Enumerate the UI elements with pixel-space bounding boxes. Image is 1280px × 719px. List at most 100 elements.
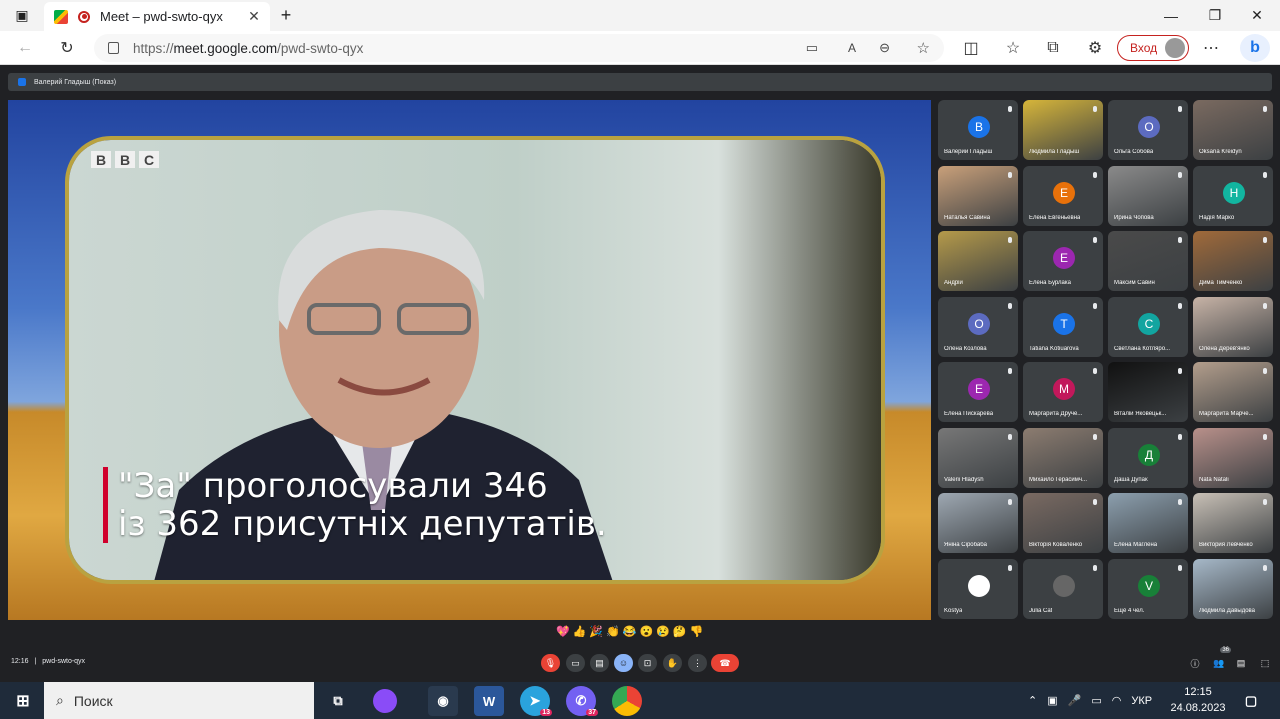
mic-off-button[interactable]: 🎙 (541, 654, 560, 672)
close-tab-icon[interactable]: ✕ (244, 8, 264, 25)
reaction-emoji[interactable]: 🤔 (673, 625, 687, 638)
bing-icon[interactable]: b (1240, 34, 1270, 62)
more-options-button[interactable]: ⋮ (688, 654, 707, 672)
mic-muted-icon (1093, 302, 1097, 309)
participant-tile[interactable]: Янiна Сiробаба (938, 493, 1018, 553)
participant-tile[interactable]: Дима Тимченко (1193, 231, 1273, 291)
participant-tile[interactable]: Е Елена Пискарева (938, 362, 1018, 422)
chrome-icon[interactable] (612, 686, 642, 716)
reaction-emoji[interactable]: 👎 (690, 625, 704, 638)
reaction-emoji[interactable]: 👍 (573, 625, 587, 638)
presenter-icon (18, 78, 26, 86)
battery-icon[interactable]: ▭ (1091, 694, 1101, 707)
participant-tile[interactable]: Е Елена Евгеньевна (1023, 165, 1103, 226)
browser-tab[interactable]: Meet – pwd-swto-qyx ✕ (44, 2, 270, 31)
reaction-emoji[interactable]: 😮 (640, 625, 654, 638)
maximize-button[interactable]: ❐ (1192, 0, 1238, 31)
mic-muted-icon (1093, 433, 1097, 440)
close-window-button[interactable]: ✕ (1234, 0, 1280, 31)
end-call-button[interactable]: ☎ (711, 654, 739, 672)
participant-tile[interactable]: Е Елена Бурлака (1023, 231, 1103, 291)
participant-tile[interactable]: Андрій (938, 231, 1018, 291)
new-tab-button[interactable]: + (272, 0, 300, 31)
raise-hand-button[interactable]: ✋ (663, 654, 682, 672)
reaction-emoji[interactable]: 😂 (623, 625, 637, 638)
back-button[interactable]: ← (12, 36, 38, 60)
collections-icon[interactable]: ⧉ (1040, 36, 1066, 60)
extensions-icon[interactable]: ⚙ (1082, 36, 1108, 60)
language-indicator[interactable]: УКР (1131, 695, 1152, 707)
split-screen-icon[interactable]: ◫ (958, 36, 984, 60)
participant-tile[interactable]: Valerii Hladysh (938, 427, 1018, 488)
participant-tile[interactable]: Олена Дерев'янко (1193, 296, 1273, 357)
participant-tile[interactable]: Наталья Савина (938, 165, 1018, 226)
participant-tile[interactable]: Вікторія Коваленко (1023, 493, 1103, 553)
participant-tile[interactable]: Nata Natali (1193, 427, 1273, 488)
favorites-icon[interactable]: ☆ (1000, 36, 1026, 60)
word-icon[interactable]: W (474, 686, 504, 716)
participant-tile[interactable]: М Маргарита Дручe... (1023, 362, 1103, 422)
mic-muted-icon (1093, 499, 1097, 505)
participant-tile[interactable]: О Ольга Собова (1108, 100, 1188, 160)
participant-tile[interactable]: О Олена Козлова (938, 296, 1018, 357)
assistant-icon[interactable] (373, 689, 397, 713)
mic-icon[interactable]: 🎤 (1068, 694, 1082, 707)
participant-avatar: Е (1053, 181, 1075, 204)
participant-tile[interactable]: Julia Cat (1023, 558, 1103, 619)
reactions-button[interactable]: ☺ (614, 654, 633, 672)
notifications-icon[interactable]: ▢ (1236, 686, 1266, 716)
present-button[interactable]: ⊡ (638, 654, 657, 672)
taskbar-clock[interactable]: 12:15 24.08.2023 (1170, 684, 1226, 716)
captions-button[interactable]: ▤ (590, 654, 609, 672)
participant-tile[interactable]: Kostya (938, 558, 1018, 619)
participant-tile[interactable]: Елена Маглена (1108, 493, 1188, 553)
reaction-emoji[interactable]: 😢 (656, 625, 670, 638)
zoom-icon[interactable]: ⊖ (879, 40, 890, 56)
telegram-icon[interactable]: ➤ 13 (520, 686, 552, 716)
network-icon[interactable]: ▣ (1047, 694, 1057, 707)
participant-tile[interactable]: В Валерий Гладыш (938, 100, 1018, 160)
tab-actions-icon[interactable]: ▣ (2, 0, 42, 31)
participant-tile[interactable]: Д Даша Дупак (1108, 427, 1188, 488)
participant-tile[interactable]: Н Надія Марко (1193, 165, 1273, 226)
camera-button[interactable]: ▭ (566, 654, 585, 672)
sign-in-button[interactable]: Вход (1117, 35, 1189, 61)
taskbar-search[interactable]: ⌕ Поиск (44, 682, 314, 719)
meeting-time: 12:16 (11, 658, 29, 665)
participant-tile[interactable]: Ирина Чопова (1108, 165, 1188, 226)
participant-tile[interactable]: Людмила Давыдова (1193, 558, 1273, 619)
participant-tile[interactable]: Oksana Kreidyn (1193, 100, 1273, 160)
mic-muted-icon (1008, 368, 1012, 374)
chevron-up-icon[interactable]: ⌃ (1028, 694, 1037, 707)
windows-start-icon[interactable]: ⊞ (8, 686, 38, 716)
viber-icon[interactable]: ✆ 37 (566, 686, 598, 716)
participant-tile[interactable]: V Ещё 4 чел. (1108, 558, 1188, 619)
read-aloud-icon[interactable]: A (848, 41, 856, 55)
chat-icon[interactable]: ▤ (1234, 654, 1248, 672)
reaction-emoji[interactable]: 🎉 (589, 625, 603, 638)
favorite-star-icon[interactable]: ☆ (917, 39, 930, 57)
participant-tile[interactable]: Людмила Гладыш (1023, 100, 1103, 160)
participant-tile[interactable]: Віталій Яковецьк... (1108, 362, 1188, 422)
participant-tile[interactable]: Виктория Левченко (1193, 493, 1273, 553)
minimize-button[interactable]: — (1148, 0, 1194, 31)
activities-icon[interactable]: ⬚ (1258, 654, 1272, 672)
reaction-emoji[interactable]: 👏 (606, 625, 620, 638)
mic-muted-icon (1008, 237, 1012, 243)
participant-tile[interactable]: Михайло Герасимч... (1023, 427, 1103, 488)
info-icon[interactable]: ⓘ (1188, 654, 1202, 672)
url-field[interactable]: https://meet.google.com/pwd-swto-qyx ▭ A… (94, 34, 944, 62)
participant-tile[interactable]: Максим Савин (1108, 231, 1188, 291)
task-view-icon[interactable]: ⧉ (323, 686, 353, 716)
participant-tile[interactable]: Маргарита Марче... (1193, 362, 1273, 422)
edge-icon[interactable]: ◉ (428, 686, 458, 716)
camera-icon[interactable]: ▭ (806, 40, 818, 56)
people-button[interactable]: 👥 36 (1210, 647, 1231, 672)
participant-tile[interactable]: С Светлана Котляро... (1108, 296, 1188, 357)
presenter-bar: Валерий Гладыш (Показ) (8, 73, 1272, 91)
reaction-emoji[interactable]: 💖 (556, 625, 570, 638)
wifi-icon[interactable]: ◠ (1112, 694, 1122, 707)
reload-button[interactable]: ↻ (54, 36, 80, 60)
participant-tile[interactable]: T Tatiana Kotiuarova (1023, 296, 1103, 357)
more-menu-icon[interactable]: ⋯ (1198, 36, 1224, 60)
